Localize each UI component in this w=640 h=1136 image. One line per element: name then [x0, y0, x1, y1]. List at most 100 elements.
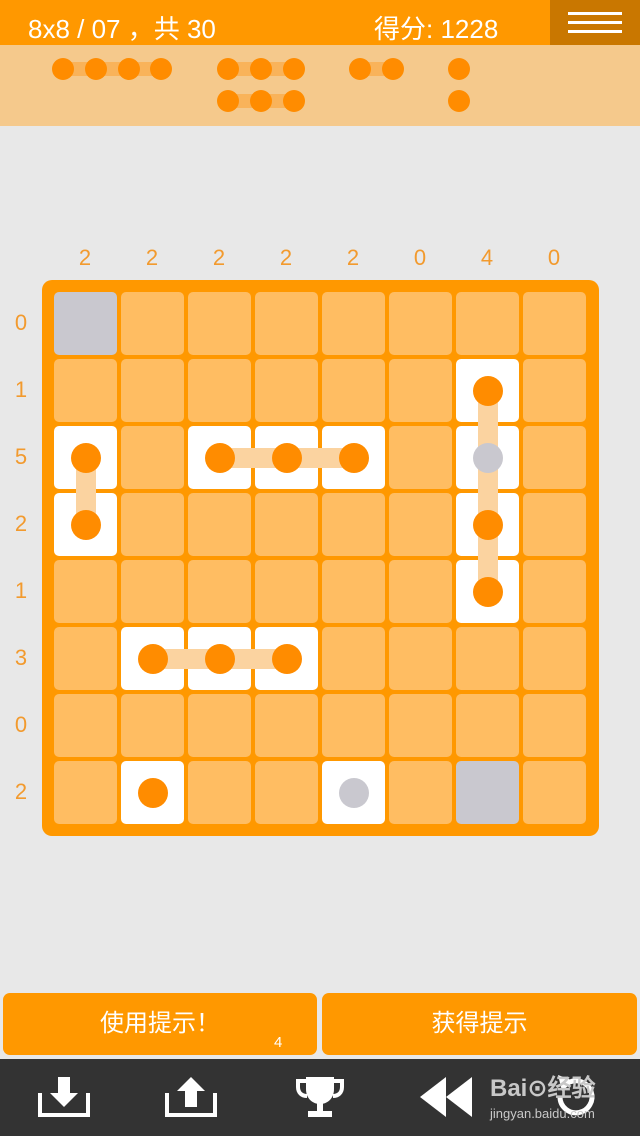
ship-dot — [137, 643, 168, 674]
grid-cell[interactable] — [255, 292, 318, 355]
ship-dot — [472, 375, 503, 406]
watermark: Bai⊙经验 jingyan.baidu.com — [490, 1066, 640, 1130]
grid-cell[interactable] — [389, 426, 452, 489]
grid-cell[interactable] — [389, 292, 452, 355]
grid-cell[interactable] — [188, 493, 251, 556]
grid-cell[interactable] — [389, 694, 452, 757]
hamburger-menu-icon — [568, 12, 622, 15]
grid-cell[interactable] — [523, 627, 586, 690]
hamburger-menu-icon-line — [568, 21, 622, 24]
grid-cell[interactable] — [523, 560, 586, 623]
grid-cell[interactable] — [255, 761, 318, 824]
column-clue: 4 — [480, 245, 494, 270]
grid-cell[interactable] — [255, 694, 318, 757]
grid-cell[interactable] — [456, 761, 519, 824]
grid-cell[interactable] — [322, 627, 385, 690]
grid-cell[interactable] — [389, 493, 452, 556]
ship-hint-dot — [338, 777, 369, 808]
grid-cell[interactable] — [121, 426, 184, 489]
grid-cell[interactable] — [255, 359, 318, 422]
download-icon[interactable] — [36, 1071, 92, 1123]
grid-cell[interactable] — [456, 292, 519, 355]
ship-dot — [70, 442, 101, 473]
grid-cell[interactable] — [54, 359, 117, 422]
grid-cell[interactable] — [456, 694, 519, 757]
grid-cell[interactable] — [121, 560, 184, 623]
menu-button[interactable] — [550, 0, 640, 45]
grid-cell[interactable] — [523, 493, 586, 556]
rewind-icon[interactable] — [418, 1071, 474, 1123]
column-clue: 2 — [346, 245, 360, 270]
row-clue: 1 — [14, 578, 28, 603]
ship-dot — [204, 643, 235, 674]
grid-cell[interactable] — [322, 359, 385, 422]
grid-cell[interactable] — [322, 694, 385, 757]
ship-dot — [472, 509, 503, 540]
score-display: 得分: 1228 — [374, 14, 499, 44]
ship-dot — [137, 777, 168, 808]
watermark-brand: Bai⊙经验 — [490, 1075, 596, 1102]
grid-cell[interactable] — [121, 359, 184, 422]
ship-dot — [204, 442, 235, 473]
row-clue: 2 — [14, 511, 28, 536]
ship-dot — [70, 509, 101, 540]
grid-cell[interactable] — [523, 426, 586, 489]
row-clue: 3 — [14, 645, 28, 670]
game-board — [42, 280, 599, 836]
upload-icon[interactable] — [163, 1071, 219, 1123]
grid-cell[interactable] — [322, 292, 385, 355]
row-clue: 0 — [14, 712, 28, 737]
hamburger-menu-icon-line — [568, 30, 622, 33]
fleet-ship — [217, 90, 305, 112]
grid-cell[interactable] — [255, 560, 318, 623]
grid-cell[interactable] — [523, 694, 586, 757]
fleet-ship — [349, 58, 404, 80]
grid-cell[interactable] — [54, 694, 117, 757]
grid-cell[interactable] — [188, 292, 251, 355]
grid-cell[interactable] — [523, 359, 586, 422]
row-clue: 5 — [14, 444, 28, 469]
grid-cell[interactable] — [54, 292, 117, 355]
level-title: 8x8 / 07 ，共 30 — [28, 14, 216, 44]
grid-cell[interactable] — [523, 761, 586, 824]
grid-cell[interactable] — [121, 493, 184, 556]
grid-cell[interactable] — [389, 560, 452, 623]
grid-cell[interactable] — [456, 627, 519, 690]
fleet-ship — [448, 58, 470, 80]
grid-cell[interactable] — [188, 359, 251, 422]
column-clue: 2 — [145, 245, 159, 270]
grid-cell[interactable] — [389, 761, 452, 824]
grid-cell[interactable] — [322, 560, 385, 623]
row-clue: 2 — [14, 779, 28, 804]
get-hint-button[interactable]: 获得提示 — [322, 993, 637, 1055]
row-clue: 0 — [14, 310, 28, 335]
fleet-ship — [52, 58, 172, 80]
use-hint-button[interactable]: 使用提示！ — [3, 993, 317, 1055]
trophy-icon[interactable] — [292, 1071, 348, 1123]
grid-cell[interactable] — [188, 560, 251, 623]
ship-dot — [338, 442, 369, 473]
grid-cell[interactable] — [389, 359, 452, 422]
grid-cell[interactable] — [523, 292, 586, 355]
fleet-ship — [217, 58, 305, 80]
hint-count-badge: 4 — [274, 1034, 283, 1051]
grid-cell[interactable] — [389, 627, 452, 690]
grid-cell[interactable] — [188, 761, 251, 824]
ship-dot — [271, 442, 302, 473]
grid-cell[interactable] — [121, 694, 184, 757]
ship-dot — [472, 576, 503, 607]
grid-cell[interactable] — [121, 292, 184, 355]
column-clue: 2 — [279, 245, 293, 270]
grid-cell[interactable] — [255, 493, 318, 556]
column-clue: 0 — [413, 245, 427, 270]
fleet-panel — [0, 45, 640, 126]
grid-cell[interactable] — [188, 694, 251, 757]
grid-cell[interactable] — [322, 493, 385, 556]
fleet-ship — [448, 90, 470, 112]
ship-dot — [271, 643, 302, 674]
ship-hint-dot — [472, 442, 503, 473]
grid-cell[interactable] — [54, 560, 117, 623]
column-clue: 2 — [212, 245, 226, 270]
grid-cell[interactable] — [54, 761, 117, 824]
grid-cell[interactable] — [54, 627, 117, 690]
